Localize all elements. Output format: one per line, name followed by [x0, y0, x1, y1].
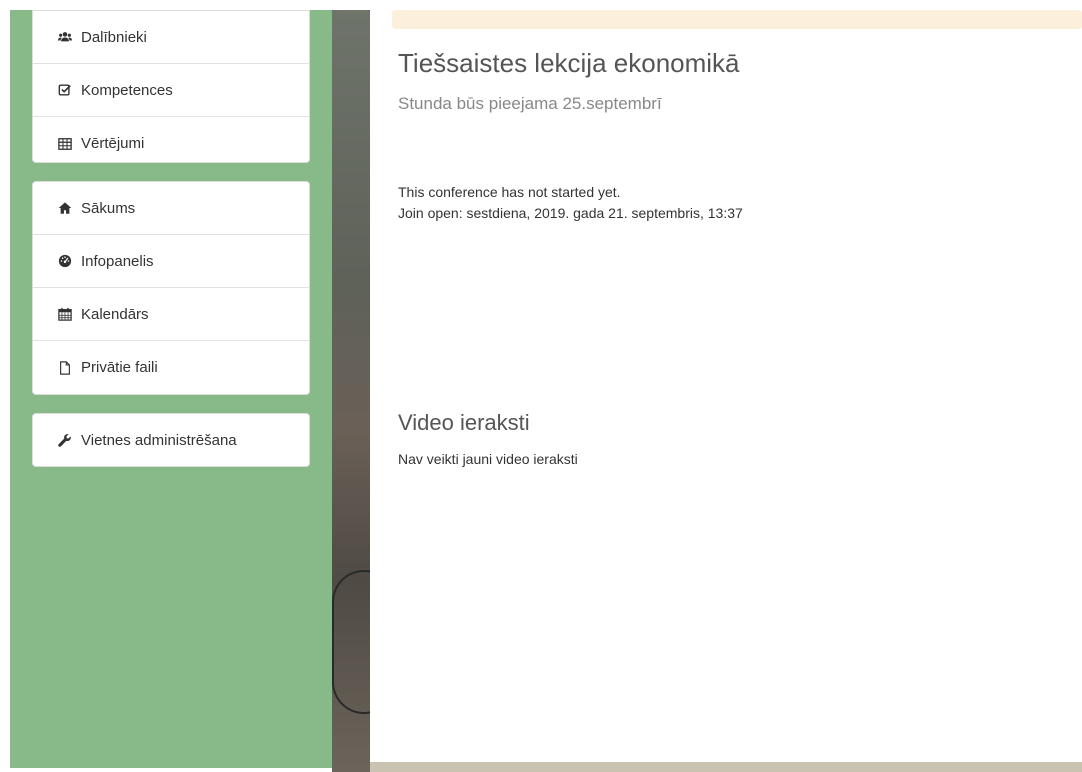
sidebar-item-home[interactable]: Sākums — [33, 182, 309, 235]
cable-shape — [332, 570, 370, 714]
sidebar-item-label: Dalībnieki — [81, 28, 147, 46]
recordings-empty-message: Nav veikti jauni video ieraksti — [398, 451, 578, 467]
recordings-title: Video ieraksti — [398, 410, 530, 435]
sidebar-item-calendar[interactable]: Kalendārs — [33, 288, 309, 341]
check-square-icon — [58, 83, 72, 97]
nav-card-course: Dalībnieki Kompetences Vērtējumi — [32, 10, 310, 163]
sidebar-item-label: Sākums — [81, 199, 136, 217]
main-content: Tiešsaistes lekcija ekonomikā Stunda būs… — [370, 0, 1082, 762]
file-icon — [58, 360, 72, 375]
background-photo-strip — [332, 10, 370, 772]
sidebar-item-label: Kompetences — [81, 81, 173, 99]
page-title: Tiešsaistes lekcija ekonomikā — [398, 48, 740, 78]
nav-card-main: Sākums Infopanelis Kalendārs Privātie fa… — [32, 181, 310, 395]
sidebar-item-site-administration[interactable]: Vietnes administrēšana — [33, 414, 309, 467]
wrench-icon — [58, 433, 72, 448]
sidebar-item-label: Vērtējumi — [81, 135, 145, 152]
users-icon — [58, 30, 72, 44]
sidebar-item-private-files[interactable]: Privātie faili — [33, 341, 309, 394]
dashboard-icon — [58, 254, 72, 268]
footer-edge — [370, 762, 1082, 772]
sidebar-item-label: Infopanelis — [81, 252, 154, 270]
sidebar-item-label: Privātie faili — [81, 359, 158, 376]
conference-join-open: Join open: sestdiena, 2019. gada 21. sep… — [398, 205, 743, 221]
calendar-icon — [58, 307, 72, 321]
sidebar-item-grades[interactable]: Vērtējumi — [33, 117, 309, 170]
page-subtitle: Stunda būs pieejama 25.septembrī — [398, 94, 662, 113]
table-icon — [58, 137, 72, 151]
sidebar: Dalībnieki Kompetences Vērtējumi Sākums — [10, 10, 332, 768]
sidebar-item-label: Vietnes administrēšana — [81, 432, 237, 449]
sidebar-item-competencies[interactable]: Kompetences — [33, 64, 309, 117]
nav-card-admin: Vietnes administrēšana — [32, 413, 310, 467]
conference-status: This conference has not started yet. — [398, 184, 621, 200]
sidebar-item-label: Kalendārs — [81, 305, 149, 323]
home-icon — [58, 201, 72, 215]
sidebar-item-participants[interactable]: Dalībnieki — [33, 11, 309, 64]
sidebar-item-dashboard[interactable]: Infopanelis — [33, 235, 309, 288]
notice-bar — [392, 10, 1082, 29]
